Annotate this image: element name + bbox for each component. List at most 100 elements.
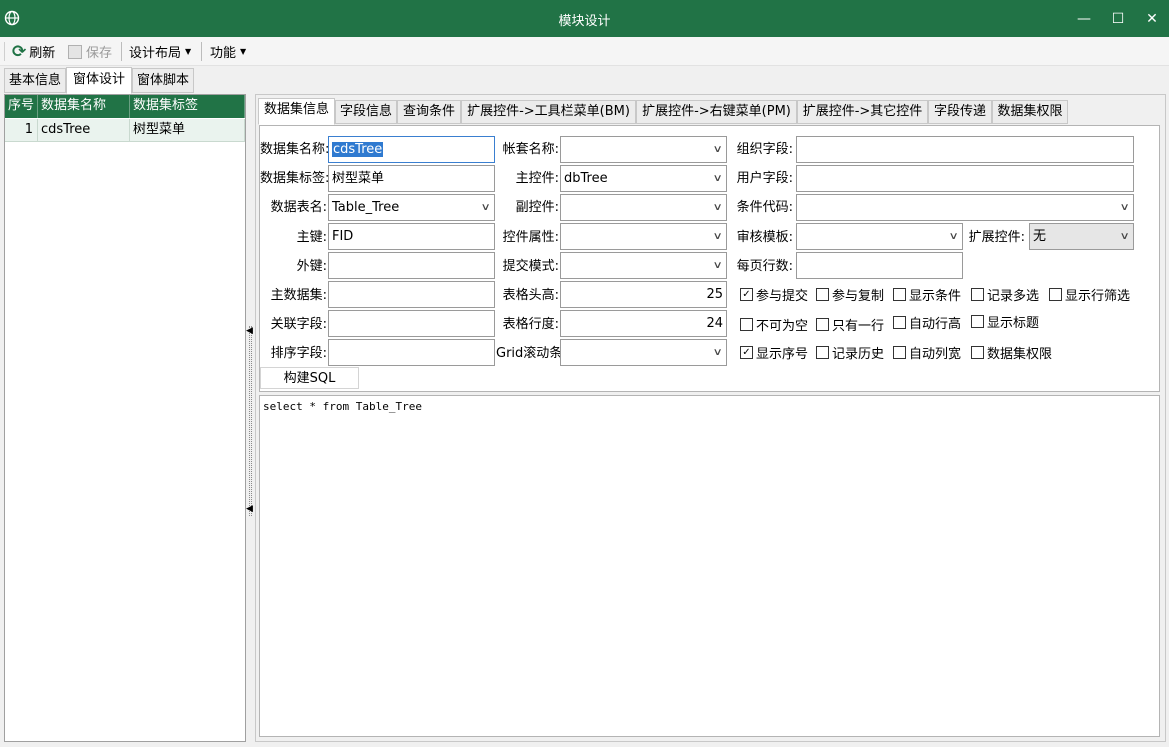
chevron-down-icon: ∨ [712, 144, 723, 155]
refresh-icon: ⟳ [12, 41, 27, 62]
function-menu[interactable]: 功能 ▼ [210, 41, 246, 62]
account-name-select[interactable]: ∨ [560, 136, 727, 163]
page-rows-input[interactable] [796, 252, 963, 279]
grid-header-index[interactable]: 序号 [5, 95, 38, 118]
checkbox-icon [816, 345, 829, 359]
header-height-input[interactable]: 25 [560, 281, 727, 308]
tab-dataset-info[interactable]: 数据集信息 [258, 98, 335, 125]
toolbar-separator [201, 42, 202, 61]
grid-cell-name[interactable]: cdsTree [38, 119, 130, 142]
checkbox-show-title[interactable]: 显示标题 [971, 312, 1039, 331]
tab-query-conditions[interactable]: 查询条件 [397, 100, 461, 124]
maximize-icon: ☐ [1111, 10, 1125, 27]
tab-label: 扩展控件->工具栏菜单(BM) [467, 104, 630, 119]
tab-label: 查询条件 [402, 104, 455, 119]
checkbox-checked-icon: ✓ [740, 287, 753, 301]
main-control-value: dbTree [564, 171, 608, 186]
sql-editor[interactable]: select * from Table_Tree [259, 395, 1160, 737]
submit-mode-select[interactable]: ∨ [560, 252, 727, 279]
dropdown-arrow-icon: ▼ [240, 47, 247, 56]
master-dataset-label: 主数据集: [270, 288, 327, 303]
checkbox-label: 只有一行 [832, 318, 885, 334]
checkbox-label: 参与提交 [756, 288, 809, 304]
checkbox-multi-select[interactable]: 记录多选 [971, 285, 1039, 304]
collapse-arrow-icon: ◀ [246, 504, 253, 514]
tab-ext-context-menu[interactable]: 扩展控件->右键菜单(PM) [636, 100, 797, 124]
checkbox-copy[interactable]: 参与复制 [816, 285, 884, 304]
build-sql-button[interactable]: 构建SQL [260, 367, 359, 389]
link-field-input[interactable] [328, 310, 495, 337]
checkbox-record-history[interactable]: 记录历史 [816, 343, 884, 362]
design-layout-label: 设计布局 [129, 46, 182, 61]
table-name-select[interactable]: Table_Tree ∨ [328, 194, 495, 221]
checkbox-icon [971, 345, 984, 359]
tab-ext-other-controls[interactable]: 扩展控件->其它控件 [797, 100, 928, 124]
close-button[interactable]: ✕ [1135, 0, 1169, 37]
checkbox-auto-col-width[interactable]: 自动列宽 [893, 343, 961, 362]
save-label: 保存 [86, 46, 113, 61]
close-icon: ✕ [1146, 10, 1158, 27]
tab-dataset-permissions[interactable]: 数据集权限 [992, 100, 1068, 124]
checkbox-label: 自动行高 [909, 316, 962, 332]
checkbox-label: 显示序号 [756, 346, 809, 362]
title-bar: 模块设计 — ☐ ✕ [0, 0, 1169, 37]
dataset-name-input[interactable]: cdsTree [328, 136, 495, 163]
tab-label: 数据集权限 [997, 104, 1063, 119]
checkbox-row-filter[interactable]: 显示行筛选 [1049, 285, 1130, 304]
tab-field-transfer[interactable]: 字段传递 [928, 100, 992, 124]
submit-mode-label: 提交模式: [502, 259, 559, 274]
tab-form-script[interactable]: 窗体脚本 [132, 68, 194, 93]
tab-form-design[interactable]: 窗体设计 [66, 67, 132, 94]
dataset-label-input[interactable]: 树型菜单 [328, 165, 495, 192]
design-layout-menu[interactable]: 设计布局 ▼ [129, 41, 191, 62]
grid-scrollbar-select[interactable]: ∨ [560, 339, 727, 366]
checkbox-single-row[interactable]: 只有一行 [816, 315, 885, 334]
maximize-button[interactable]: ☐ [1101, 0, 1135, 37]
master-dataset-input[interactable] [328, 281, 495, 308]
audit-template-select[interactable]: ∨ [796, 223, 963, 250]
refresh-button[interactable]: ⟳ 刷新 [12, 41, 55, 62]
main-control-select[interactable]: dbTree ∨ [560, 165, 727, 192]
checkbox-icon [740, 317, 753, 331]
chevron-down-icon: ∨ [712, 260, 723, 271]
grid-cell-label[interactable]: 树型菜单 [130, 119, 245, 142]
row-height-input[interactable]: 24 [560, 310, 727, 337]
user-field-label: 用户字段: [736, 171, 793, 186]
resize-grip[interactable] [1163, 740, 1169, 746]
checkbox-show-index[interactable]: ✓ 显示序号 [740, 343, 809, 362]
grid-cell-index[interactable]: 1 [5, 119, 38, 142]
checkbox-dataset-permission[interactable]: 数据集权限 [971, 343, 1052, 362]
condition-code-select[interactable]: ∨ [796, 194, 1134, 221]
user-field-input[interactable] [796, 165, 1134, 192]
primary-key-input[interactable]: FID [328, 223, 495, 250]
control-attr-select[interactable]: ∨ [560, 223, 727, 250]
sub-control-select[interactable]: ∨ [560, 194, 727, 221]
checkbox-icon [816, 287, 829, 301]
dataset-name-value: cdsTree [332, 142, 384, 157]
header-height-label: 表格头高: [502, 288, 559, 303]
checkbox-auto-row-height[interactable]: 自动行高 [893, 313, 962, 332]
grid-header-name[interactable]: 数据集名称 [38, 95, 130, 118]
tab-field-info[interactable]: 字段信息 [335, 100, 397, 124]
checkbox-show-condition[interactable]: 显示条件 [893, 285, 961, 304]
foreign-key-input[interactable] [328, 252, 495, 279]
panel-splitter[interactable]: ◀ ◀ [246, 94, 255, 742]
sort-field-input[interactable] [328, 339, 495, 366]
checkbox-submit[interactable]: ✓ 参与提交 [740, 285, 809, 304]
sub-control-label: 副控件: [515, 200, 559, 215]
checkbox-not-null[interactable]: 不可为空 [740, 315, 808, 334]
org-field-input[interactable] [796, 136, 1134, 163]
tab-label: 窗体脚本 [136, 73, 189, 88]
primary-key-label: 主键: [296, 230, 327, 245]
ext-control-value: 无 [1033, 229, 1047, 244]
tab-label: 数据集信息 [263, 102, 329, 117]
function-label: 功能 [210, 46, 237, 61]
tab-basic-info[interactable]: 基本信息 [4, 68, 66, 93]
toolbar-separator [121, 42, 122, 61]
tab-ext-toolbar-menu[interactable]: 扩展控件->工具栏菜单(BM) [461, 100, 636, 124]
grid-header-label[interactable]: 数据集标签 [130, 95, 245, 118]
splitter-grip [249, 326, 252, 516]
minimize-button[interactable]: — [1067, 0, 1101, 37]
ext-control-select[interactable]: 无 ∨ [1029, 223, 1134, 250]
save-button[interactable]: 保存 [68, 41, 112, 62]
